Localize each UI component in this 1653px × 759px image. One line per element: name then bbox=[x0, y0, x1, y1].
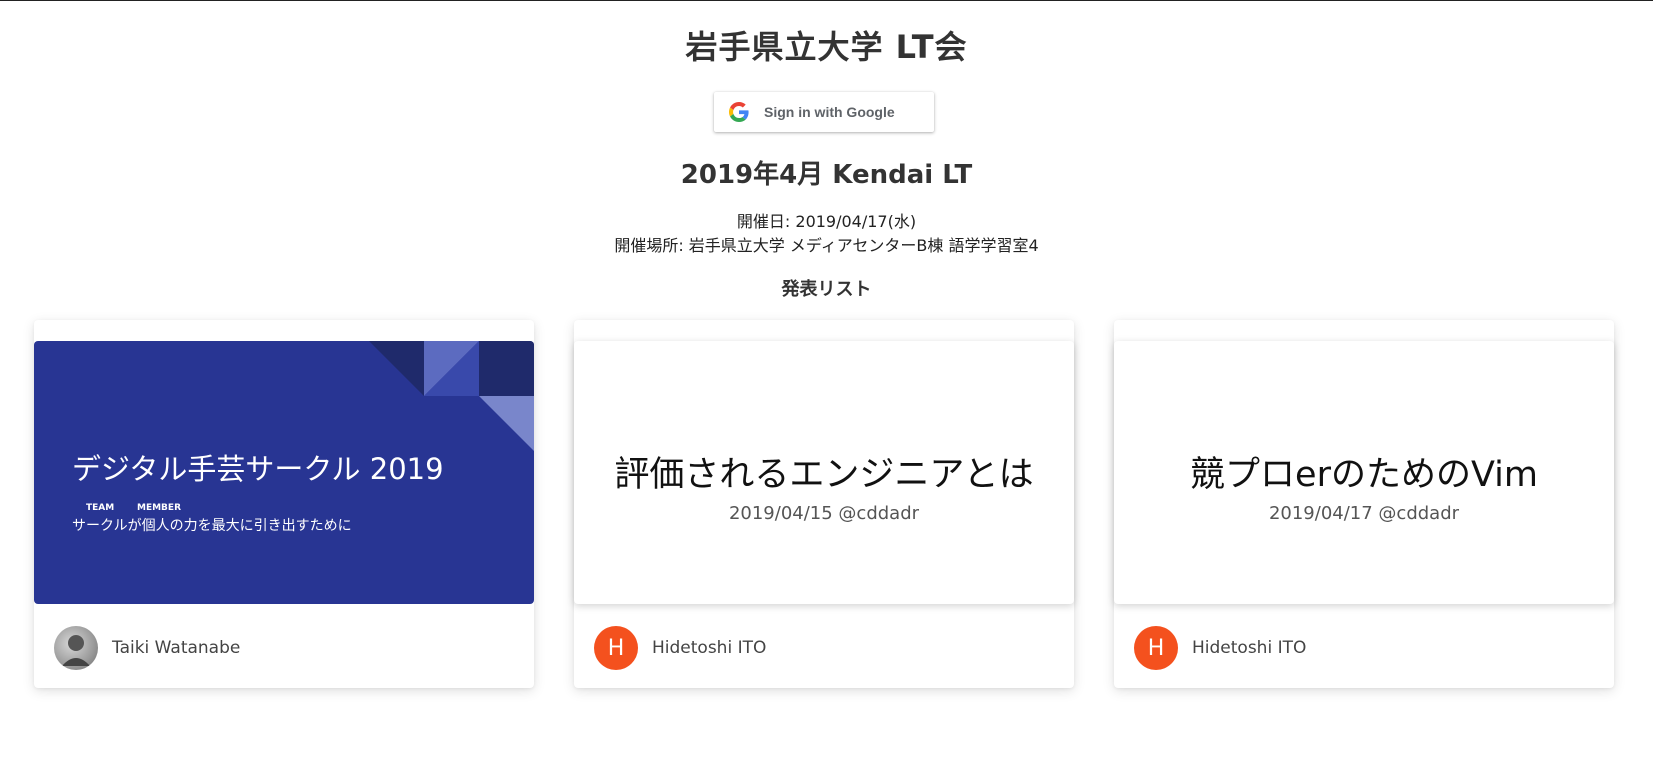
event-title: 2019年4月 Kendai LT bbox=[680, 160, 973, 190]
slide-subtitle: 2019/04/17 @cddadr bbox=[1268, 503, 1460, 524]
slide-title: 評価されるエンジニアとは bbox=[614, 455, 1034, 495]
avatar: H bbox=[1134, 626, 1178, 670]
talk-card[interactable]: デジタル手芸サークル 2019 TEAM MEMBER サークルが個人の力を最大… bbox=[34, 320, 534, 688]
talks-heading: 発表リスト bbox=[781, 279, 872, 300]
slide-subtitle: サークルが個人の力を最大に引き出すために bbox=[72, 518, 352, 534]
slide-title: 競プロerのためのVim bbox=[1190, 455, 1538, 495]
event-date: 開催日: 2019/04/17(水) bbox=[736, 212, 917, 231]
avatar bbox=[54, 626, 98, 670]
site-title: 岩手県立大学 LT会 bbox=[685, 28, 968, 66]
top-border bbox=[0, 0, 1653, 1]
slide-thumbnail[interactable]: デジタル手芸サークル 2019 TEAM MEMBER サークルが個人の力を最大… bbox=[34, 341, 534, 604]
talk-card[interactable]: 競プロerのためのVim 2019/04/17 @cddadr H Hideto… bbox=[1114, 320, 1614, 688]
google-sign-in-button[interactable]: Sign in with Google bbox=[714, 92, 934, 132]
event-venue: 開催場所: 岩手県立大学 メディアセンターB棟 語学学習室4 bbox=[614, 236, 1039, 255]
presenter-name: Taiki Watanabe bbox=[112, 638, 241, 658]
presenter-name: Hidetoshi ITO bbox=[1192, 638, 1307, 658]
presenter-name: Hidetoshi ITO bbox=[652, 638, 767, 658]
slide-subtitle: 2019/04/15 @cddadr bbox=[728, 503, 920, 524]
slide-ruby-team: TEAM bbox=[86, 503, 115, 513]
user-photo-icon bbox=[62, 635, 90, 666]
slide-ruby-member: MEMBER bbox=[137, 503, 181, 513]
presenter: Taiki Watanabe bbox=[54, 625, 240, 671]
avatar: H bbox=[594, 626, 638, 670]
slide-thumbnail[interactable]: 評価されるエンジニアとは 2019/04/15 @cddadr bbox=[574, 341, 1074, 604]
talk-card[interactable]: 評価されるエンジニアとは 2019/04/15 @cddadr H Hideto… bbox=[574, 320, 1074, 688]
google-g-icon bbox=[729, 102, 749, 122]
presenter: H Hidetoshi ITO bbox=[1134, 625, 1306, 671]
sign-in-label: Sign in with Google bbox=[764, 104, 895, 120]
slide-title: デジタル手芸サークル 2019 bbox=[72, 452, 444, 486]
slide-thumbnail[interactable]: 競プロerのためのVim 2019/04/17 @cddadr bbox=[1114, 341, 1614, 604]
event-meta: 開催日: 2019/04/17(水) 開催場所: 岩手県立大学 メディアセンター… bbox=[0, 210, 1653, 258]
presenter: H Hidetoshi ITO bbox=[594, 625, 766, 671]
